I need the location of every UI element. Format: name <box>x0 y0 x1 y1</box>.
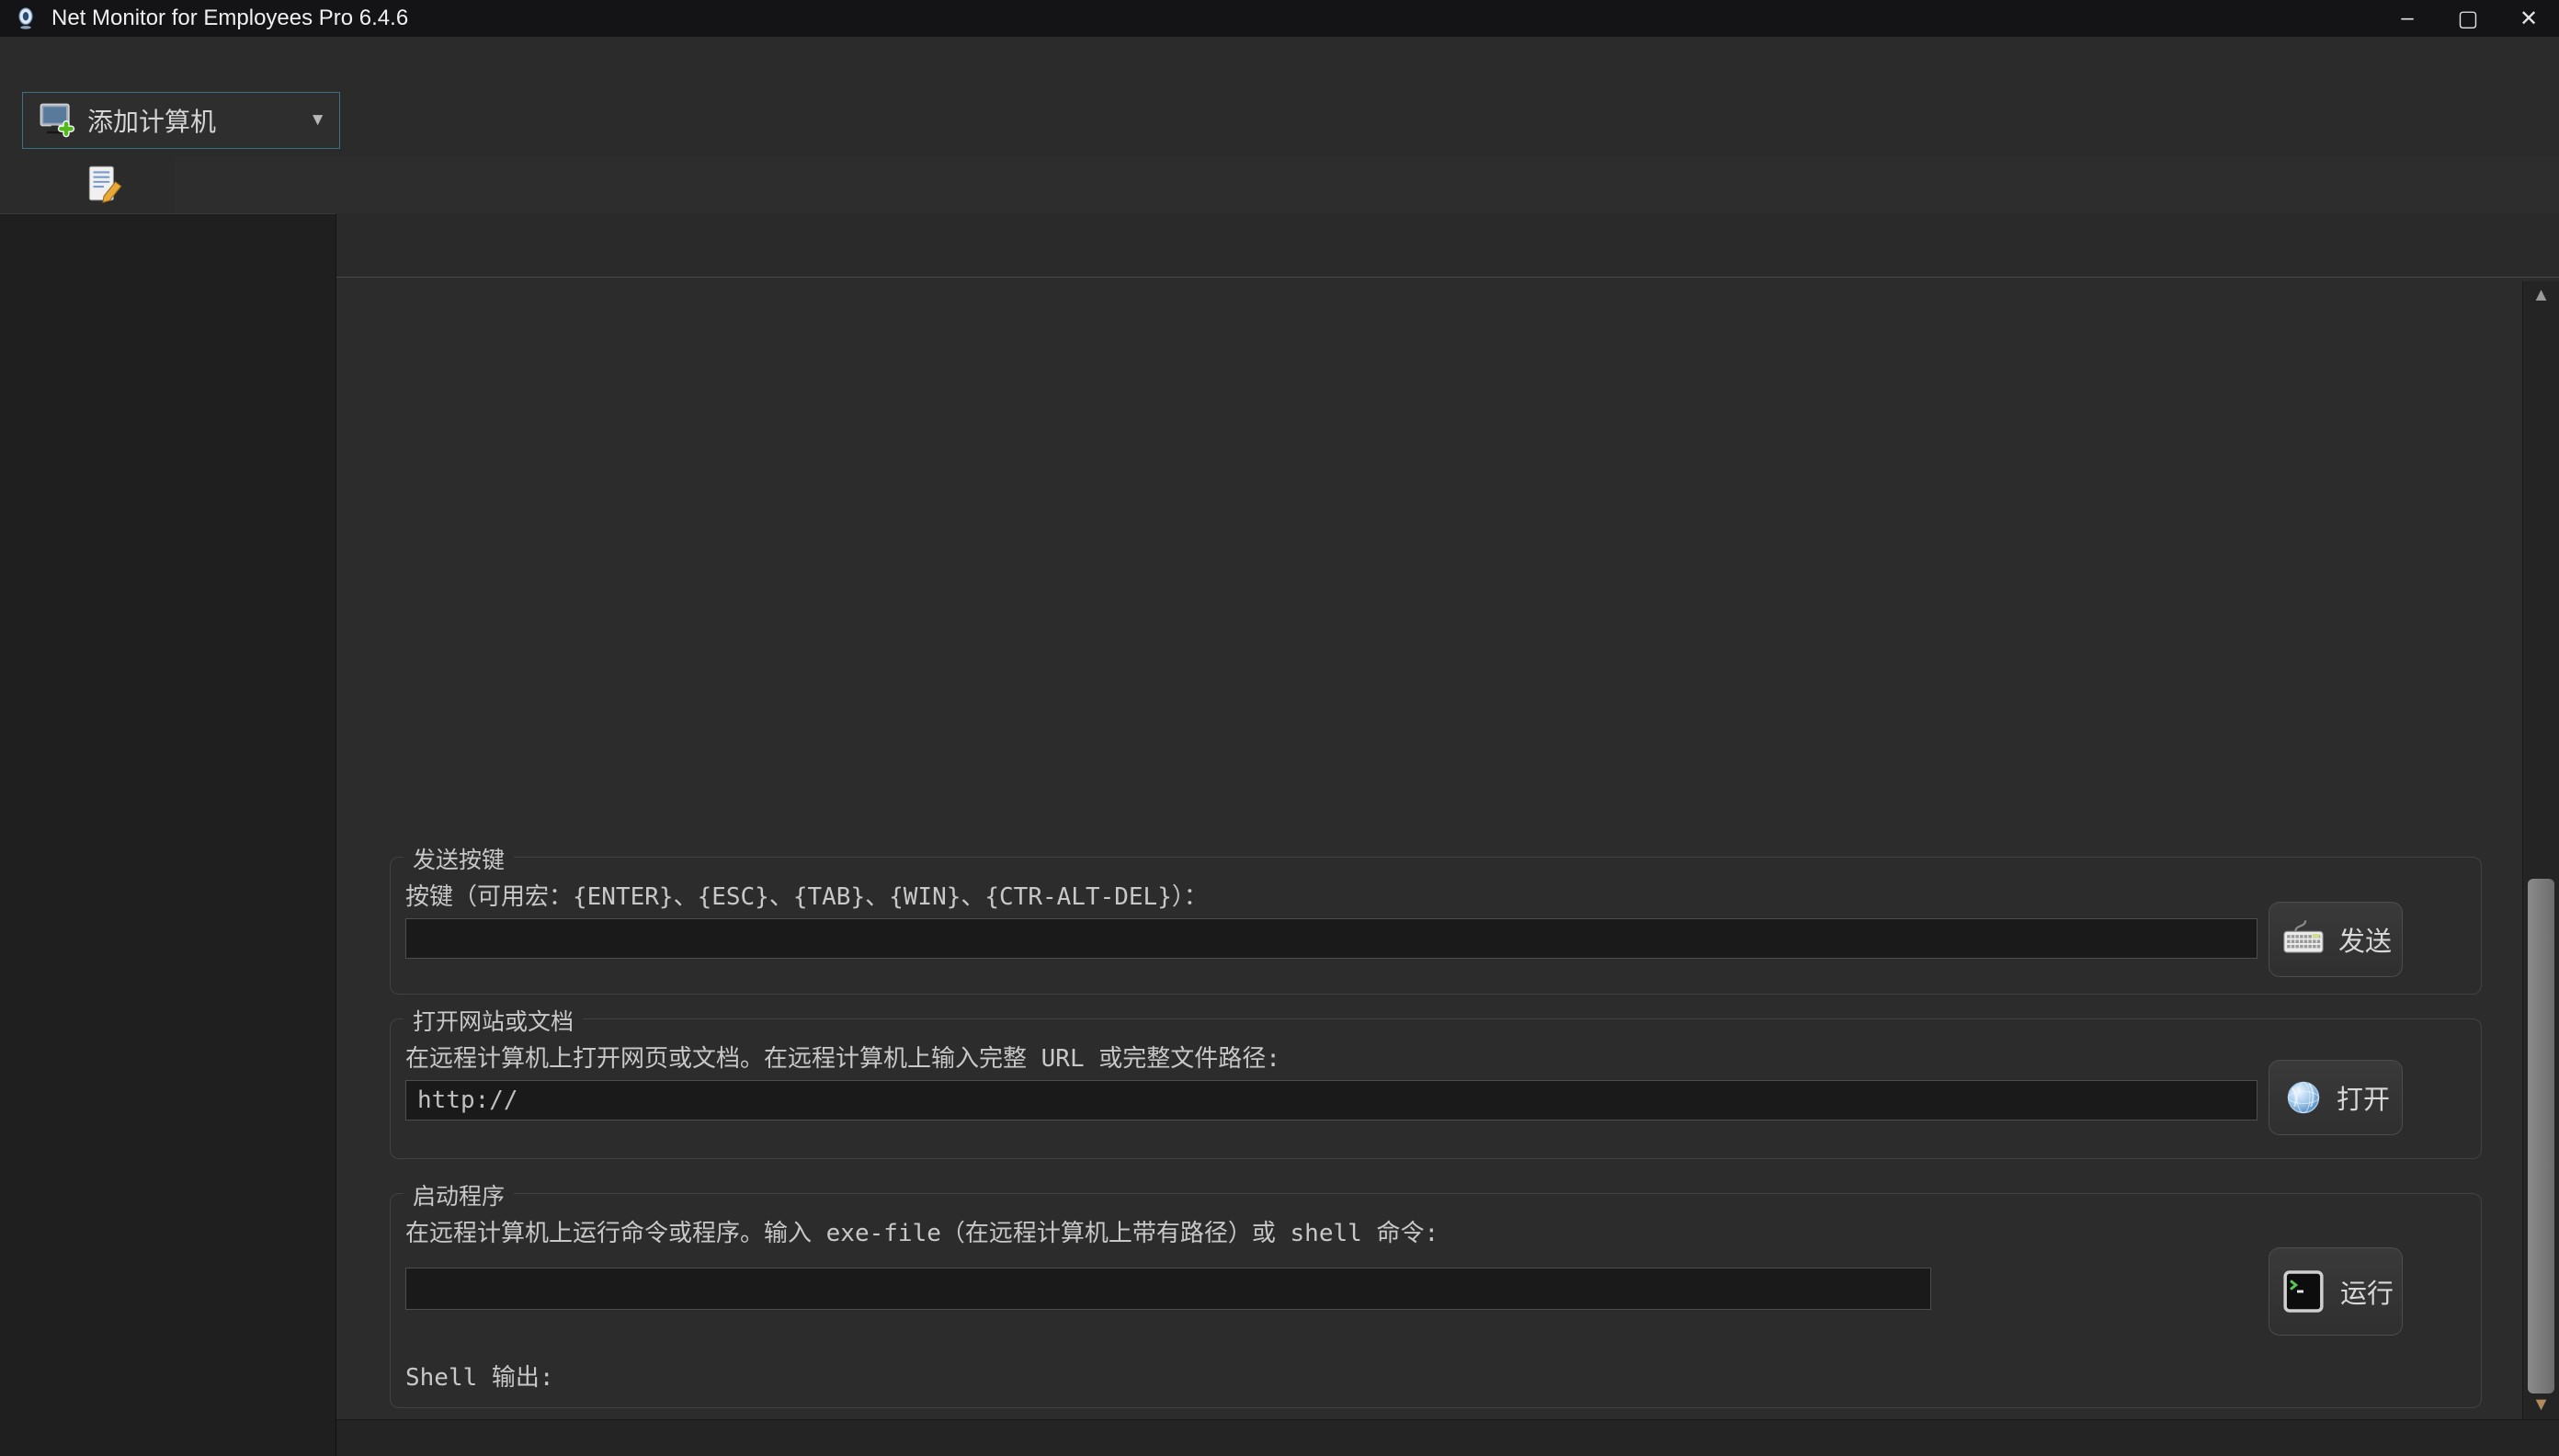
tab-row <box>0 156 2559 213</box>
run-button[interactable]: 运行 <box>2269 1247 2403 1336</box>
globe-icon <box>2281 1075 2326 1120</box>
open-url-title: 打开网站或文档 <box>404 1004 583 1037</box>
computer-list-panel[interactable] <box>0 213 336 1456</box>
vertical-scrollbar: ▲ ▼ <box>2522 281 2559 1419</box>
maximize-button[interactable]: ▢ <box>2438 0 2498 37</box>
open-button[interactable]: 打开 <box>2269 1060 2403 1135</box>
terminal-icon <box>2278 1266 2329 1317</box>
open-url-label: 在远程计算机上打开网页或文档。在远程计算机上输入完整 URL 或完整文件路径: <box>405 1040 1280 1074</box>
url-input[interactable] <box>405 1080 2258 1120</box>
open-button-label: 打开 <box>2337 1078 2390 1117</box>
open-url-section: 打开网站或文档 在远程计算机上打开网页或文档。在远程计算机上输入完整 URL 或… <box>390 1018 2482 1159</box>
add-computer-icon <box>36 100 76 141</box>
shell-output-label: Shell 输出: <box>405 1359 554 1393</box>
run-program-label: 在远程计算机上运行命令或程序。输入 exe-file（在远程计算机上带有路径）或… <box>405 1214 1439 1248</box>
run-program-title: 启动程序 <box>404 1178 514 1211</box>
tab-strip-filler <box>175 156 2559 213</box>
content-panel: 发送按键 按键（可用宏：{ENTER}、{ESC}、{TAB}、{WIN}、{C… <box>336 213 2559 1456</box>
add-computer-label: 添加计算机 <box>87 102 216 139</box>
app-logo-icon <box>13 6 39 31</box>
run-terminal-icon <box>2278 1266 2329 1317</box>
close-button[interactable]: ✕ <box>2498 0 2559 37</box>
scroll-up-button[interactable]: ▲ <box>2523 285 2559 306</box>
quick-action-buttons <box>0 156 20 213</box>
send-button[interactable]: 发送 <box>2269 902 2403 977</box>
globe-icon <box>2281 1075 2326 1120</box>
notes-icon[interactable] <box>81 162 127 208</box>
add-computer-icon <box>36 100 76 141</box>
sub-tabs <box>336 213 2559 278</box>
app-logo-icon <box>13 6 39 31</box>
keyboard-icon <box>2280 916 2327 963</box>
notes-icon <box>81 162 127 208</box>
title-bar: Net Monitor for Employees Pro 6.4.6 – ▢ … <box>0 0 2559 37</box>
add-computer-combo[interactable]: 添加计算机 ▼ <box>22 92 340 149</box>
send-keys-title: 发送按键 <box>404 842 514 875</box>
status-band <box>336 1419 2559 1456</box>
chevron-down-icon[interactable]: ▼ <box>309 110 326 131</box>
send-keys-label: 按键（可用宏：{ENTER}、{ESC}、{TAB}、{WIN}、{CTR-AL… <box>405 878 1208 912</box>
window-controls: – ▢ ✕ <box>2377 0 2559 37</box>
run-program-section: 启动程序 在远程计算机上运行命令或程序。输入 exe-file（在远程计算机上带… <box>390 1193 2482 1408</box>
scroll-down-button[interactable]: ▼ <box>2523 1394 2559 1416</box>
send-button-label: 发送 <box>2338 920 2392 959</box>
minimize-button[interactable]: – <box>2377 0 2438 37</box>
scrollbar-thumb[interactable] <box>2528 879 2554 1393</box>
main-toolbar: 添加计算机 ▼ <box>0 85 2559 156</box>
run-button-label: 运行 <box>2340 1272 2394 1311</box>
keyboard-icon <box>2280 916 2327 963</box>
main-area: 发送按键 按键（可用宏：{ENTER}、{ESC}、{TAB}、{WIN}、{C… <box>0 213 2559 1456</box>
send-keys-input[interactable] <box>405 918 2258 959</box>
window-title: Net Monitor for Employees Pro 6.4.6 <box>51 6 408 31</box>
command-input[interactable] <box>405 1268 1931 1310</box>
menu-bar <box>0 37 2559 85</box>
send-keys-section: 发送按键 按键（可用宏：{ENTER}、{ESC}、{TAB}、{WIN}、{C… <box>390 857 2482 995</box>
